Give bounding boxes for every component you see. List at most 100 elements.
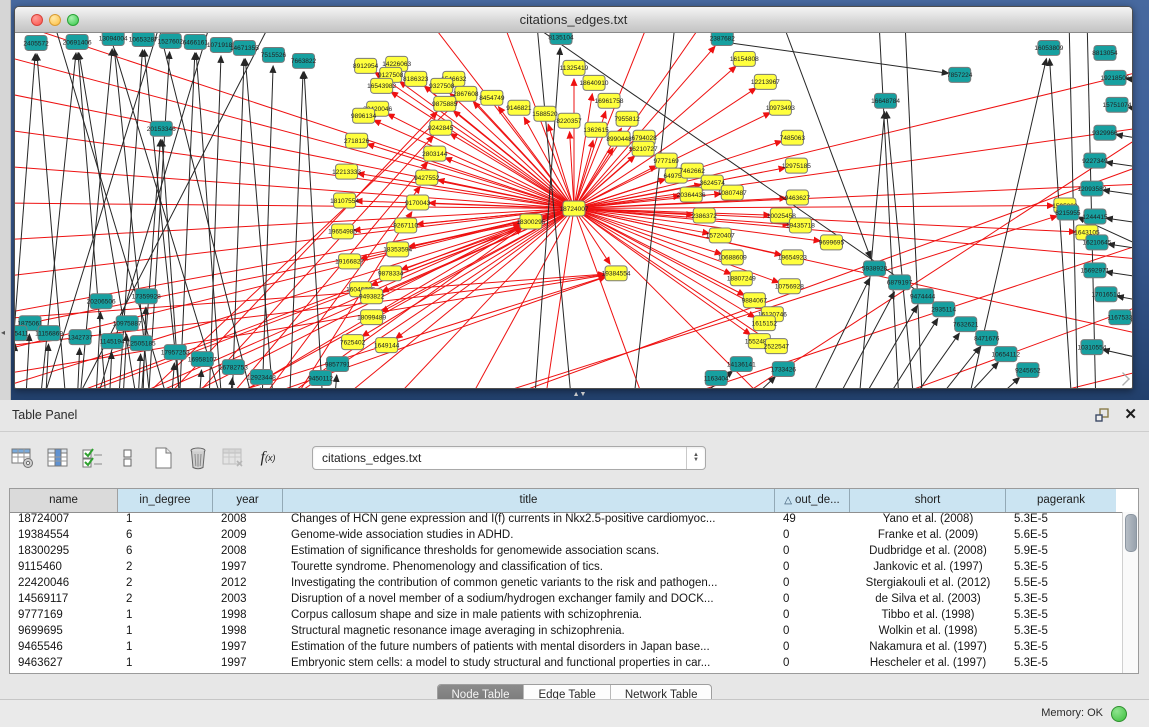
network-node[interactable]: 7857224 [947,67,973,82]
table-cell[interactable]: 1 [118,640,213,656]
left-splitter[interactable]: ◂ [0,0,11,400]
table-cell[interactable]: 5.3E-5 [1006,512,1116,528]
network-edge[interactable] [574,209,666,388]
deselect-all-button[interactable] [115,445,141,471]
network-edge[interactable] [1103,190,1132,200]
network-node[interactable]: 18353594 [383,242,412,257]
network-node[interactable]: 2405572 [23,35,49,50]
network-node[interactable]: 2718126 [344,133,370,148]
network-node[interactable]: 9450112 [308,371,333,386]
select-all-button[interactable] [80,445,106,471]
column-header-pagerank[interactable]: pagerank [1006,489,1116,512]
network-node[interactable]: 16053809 [1034,40,1063,55]
network-edge[interactable] [450,133,574,208]
table-cell[interactable]: 1 [118,624,213,640]
network-edge[interactable] [784,278,869,388]
network-node[interactable]: 12213967 [751,74,780,89]
network-window[interactable]: citations_edges.txt 18724007113254191864… [14,6,1133,389]
table-row[interactable]: 969969511998Structural magnetic resonanc… [10,624,1123,640]
table-row[interactable]: 1872400712008Changes of HCN gene express… [10,512,1123,528]
table-selector-dropdown[interactable]: citations_edges.txt ▲▼ [312,446,706,470]
network-node[interactable]: 20206506 [87,294,116,309]
network-node[interactable]: 8220357 [556,113,582,128]
network-node[interactable]: 7515526 [261,47,287,62]
network-node[interactable]: 10654112 [992,347,1021,362]
table-row[interactable]: 1938455462009Genome-wide association stu… [10,528,1123,544]
network-edge[interactable] [574,183,1132,209]
table-cell[interactable]: Tibbo et al. (1998) [850,608,1006,624]
network-node[interactable]: 15692971 [1080,263,1109,278]
network-node[interactable]: 12505185 [127,336,156,351]
network-node[interactable]: 1163404 [704,371,729,386]
network-edge[interactable] [574,33,716,209]
column-header-year[interactable]: year [213,489,283,512]
network-node[interactable]: 19654923 [778,250,807,265]
network-edge[interactable] [574,209,1076,232]
network-node[interactable]: 18724007 [560,201,589,216]
table-cell[interactable]: Franke et al. (2009) [850,528,1006,544]
table-cell[interactable]: 2009 [213,528,283,544]
network-node[interactable]: 9427552 [414,170,440,185]
network-edge[interactable] [574,206,1054,209]
network-node[interactable]: 18807249 [727,271,756,286]
table-cell[interactable]: Nakamura et al. (1997) [850,640,1006,656]
table-cell[interactable]: 1998 [213,608,283,624]
network-node[interactable]: 17957253 [161,345,190,360]
table-cell[interactable]: Hescheler et al. (1997) [850,656,1006,672]
network-node[interactable]: 8454749 [479,90,505,105]
table-cell[interactable]: 0 [775,608,850,624]
network-view[interactable]: 1872400711325419186409101696175879558128… [15,33,1132,388]
network-node[interactable]: 18099489 [357,310,386,325]
network-node[interactable]: 17359928 [132,289,161,304]
table-row[interactable]: 911546021997Tourette syndrome. Phenomeno… [10,560,1123,576]
network-node[interactable]: 8186323 [403,71,429,86]
new-column-button[interactable] [150,445,176,471]
network-node[interactable]: 15751074 [1103,97,1132,112]
table-cell[interactable]: 0 [775,624,850,640]
table-cell[interactable]: 0 [775,528,850,544]
table-cell[interactable]: 1997 [213,656,283,672]
float-panel-icon[interactable] [1094,407,1110,423]
table-cell[interactable]: Stergiakouli et al. (2012) [850,576,1006,592]
network-node[interactable]: 9493822 [359,289,385,304]
network-node[interactable]: 8813054 [1092,45,1118,60]
network-edge[interactable] [855,112,885,388]
column-header-name[interactable]: name [10,489,118,512]
network-node[interactable]: 7955812 [614,111,640,126]
table-cell[interactable]: 9463627 [10,656,118,672]
network-node[interactable]: 9857791 [325,357,351,372]
network-node[interactable]: 12213333 [332,164,361,179]
network-edge[interactable] [1106,272,1132,282]
network-edge[interactable] [215,186,420,388]
network-edge[interactable] [195,370,201,388]
network-node[interactable]: 20691406 [63,34,92,49]
network-edge[interactable] [574,209,610,265]
table-cell[interactable]: 5.3E-5 [1006,640,1116,656]
table-cell[interactable]: 5.3E-5 [1006,560,1116,576]
network-node[interactable]: 8135104 [548,33,574,44]
network-node[interactable]: 6879197 [887,275,913,290]
table-cell[interactable]: 0 [775,576,850,592]
table-cell[interactable]: 18724007 [10,512,118,528]
network-node[interactable]: 16648784 [871,93,900,108]
network-node[interactable]: 9329966 [1092,125,1118,140]
table-cell[interactable]: 0 [775,560,850,576]
delete-table-button[interactable] [220,445,246,471]
table-cell[interactable]: Disruption of a novel member of a sodium… [283,592,775,608]
table-cell[interactable]: Changes of HCN gene expression and I(f) … [283,512,775,528]
close-panel-icon[interactable]: ✕ [1124,407,1137,423]
network-node[interactable]: 16210727 [629,141,658,156]
network-node[interactable]: 1167533 [1108,310,1132,325]
network-node[interactable]: 1527602 [158,33,184,48]
network-node[interactable]: 7663822 [291,53,317,68]
network-node[interactable]: 9878334 [378,266,404,281]
table-cell[interactable]: 2008 [213,512,283,528]
table-cell[interactable]: 2003 [213,592,283,608]
network-edge[interactable] [516,232,1132,388]
delete-column-button[interactable] [185,445,211,471]
network-node[interactable]: 2522547 [764,339,790,354]
table-cell[interactable]: 9115460 [10,560,118,576]
table-cell[interactable]: Structural magnetic resonance image aver… [283,624,775,640]
table-cell[interactable]: 1997 [213,560,283,576]
table-row[interactable]: 977716911998Corpus callosum shape and si… [10,608,1123,624]
